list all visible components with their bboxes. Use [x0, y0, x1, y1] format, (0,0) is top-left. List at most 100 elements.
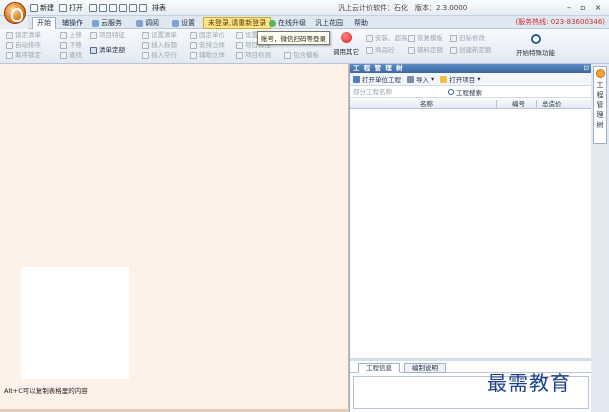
- login-notice[interactable]: 未登录,请重新登录: [203, 17, 272, 29]
- column-code[interactable]: 编号: [512, 99, 525, 109]
- tab-project-info[interactable]: 工程信息: [358, 363, 400, 373]
- tab-online-upgrade[interactable]: 在线升级: [265, 17, 310, 29]
- quick-open-label[interactable]: 打开: [69, 3, 83, 13]
- quick-table-label[interactable]: 排表: [152, 3, 166, 13]
- mark-icon: [236, 42, 243, 49]
- list-icon: [142, 32, 149, 39]
- cloud-icon: [92, 19, 99, 27]
- tab-upgrade-label: 在线升级: [278, 18, 306, 27]
- column-name[interactable]: 名称: [420, 99, 433, 109]
- import-button[interactable]: 导入 ▾: [407, 74, 434, 84]
- fixed-price-button[interactable]: 固定单价: [190, 31, 225, 40]
- concrete-icon: [366, 47, 373, 54]
- arrange-3d-button[interactable]: 安排立体: [190, 41, 225, 50]
- aux-3d-button[interactable]: 辅助立体: [190, 51, 225, 60]
- save-icon[interactable]: [89, 4, 97, 12]
- find-button[interactable]: 查找: [60, 51, 82, 60]
- new-file-icon[interactable]: [30, 4, 38, 12]
- insert-row-icon: [142, 52, 149, 59]
- app-title: 汎上云计价软件：石化 版本：2.3.0000: [338, 4, 468, 12]
- special-functions-button[interactable]: 开始特殊功能: [516, 34, 555, 57]
- create-quota-button[interactable]: 创建新定额: [450, 46, 492, 55]
- undo-icon[interactable]: [129, 4, 137, 12]
- insert-title-icon: [142, 42, 149, 49]
- insert-title-label: 插入标题: [151, 41, 177, 49]
- tab-settings[interactable]: 设置: [168, 17, 199, 29]
- tab-aux-ops[interactable]: 辅操作: [58, 17, 87, 29]
- tab-browse[interactable]: 调阅: [132, 17, 163, 29]
- project-tree-panel: 工 程 管 理 树 ⊡ 打开单位工程 导入 ▾ 打开项目 ▾ 部分工程名称 工程…: [349, 64, 592, 412]
- panel-header: 工 程 管 理 树 ⊡: [350, 64, 592, 73]
- steel-quota-button[interactable]: 钢料定额: [408, 46, 443, 55]
- feature-icon: [90, 32, 97, 39]
- open-project-label: 打开项目: [449, 76, 476, 84]
- move-up-button[interactable]: 上移: [60, 31, 82, 40]
- tab-compile-notes[interactable]: 编制说明: [404, 363, 446, 373]
- sequence-lock-button[interactable]: 筹序锁定: [6, 51, 41, 60]
- tree-icon: [595, 69, 605, 78]
- project-search-button[interactable]: 工程搜索: [448, 87, 482, 97]
- insert-blank-row-label: 插入空行: [151, 51, 177, 59]
- install-height-button[interactable]: 安装、超高: [366, 34, 408, 43]
- column-divider[interactable]: [496, 100, 497, 108]
- insert-blank-row-button[interactable]: 插入空行: [142, 51, 177, 60]
- pin-icon[interactable]: ⊡: [584, 64, 589, 73]
- include-template-label: 包含模板: [293, 51, 319, 59]
- aux-icon: [190, 52, 197, 59]
- special-functions-label: 开始特殊功能: [516, 49, 555, 57]
- project-check-label: 项目检测: [245, 51, 271, 59]
- close-button[interactable]: ×: [592, 2, 604, 13]
- tab-cloud-service[interactable]: 云服务: [88, 17, 126, 29]
- preview-icon[interactable]: [109, 4, 117, 12]
- move-down-button[interactable]: 下移: [60, 41, 82, 50]
- install-icon: [366, 35, 373, 42]
- template-icon: [284, 52, 291, 59]
- arrow-down-icon: [60, 42, 67, 49]
- side-tab-project-tree[interactable]: 工程管理树: [593, 66, 607, 144]
- title-bar: 新建 打开 排表 汎上云计价软件：石化 版本：2.3.0000 – ▫ ×: [0, 0, 609, 16]
- print-icon[interactable]: [99, 4, 107, 12]
- project-check-button[interactable]: 项目检测: [236, 51, 271, 60]
- arrange-icon: [190, 42, 197, 49]
- open-folder-icon[interactable]: [59, 4, 67, 12]
- commercial-concrete-button[interactable]: 商品砼: [366, 46, 395, 55]
- open-project-button[interactable]: 打开项目 ▾: [440, 74, 481, 84]
- search-input[interactable]: 部分工程名称: [353, 88, 448, 97]
- tab-help[interactable]: 帮助: [350, 17, 372, 29]
- include-template-button[interactable]: 包含模板: [284, 51, 319, 60]
- tab-garden[interactable]: 汎上花园: [311, 17, 347, 29]
- panel-splitter[interactable]: [350, 358, 592, 361]
- tab-start[interactable]: 开始: [32, 17, 56, 29]
- set-list-button[interactable]: 设置清单: [142, 31, 177, 40]
- list-quota-button[interactable]: 清单定额: [90, 46, 125, 55]
- minimize-button[interactable]: –: [563, 2, 575, 13]
- sequence-icon: [6, 52, 13, 59]
- search-button-label: 工程搜索: [456, 89, 482, 97]
- status-hint: Alt+C可以复制表格里的内容: [4, 387, 88, 395]
- chevron-down-icon: ▾: [431, 75, 435, 83]
- call-other-button[interactable]: 调用其它: [333, 32, 359, 56]
- quick-new-label[interactable]: 新建: [40, 3, 54, 13]
- old-bid-edit-button[interactable]: 旧标修改: [450, 34, 485, 43]
- main-workspace[interactable]: Alt+C可以复制表格里的内容: [0, 64, 349, 412]
- project-feature-button[interactable]: 项目特征: [90, 31, 125, 40]
- maximize-button[interactable]: ▫: [577, 2, 589, 13]
- auto-sort-button[interactable]: 自动排序: [6, 41, 41, 50]
- power-icon: [530, 34, 541, 44]
- setup-button[interactable]: 设置: [236, 31, 258, 40]
- column-divider[interactable]: [536, 100, 537, 108]
- column-total-cost[interactable]: 总造价: [542, 99, 562, 109]
- create-quota-label: 创建新定额: [459, 46, 492, 54]
- restore-template-button[interactable]: 恢复模板: [408, 34, 443, 43]
- insert-title-button[interactable]: 插入标题: [142, 41, 177, 50]
- setup-icon: [236, 32, 243, 39]
- app-logo-icon[interactable]: [4, 2, 26, 24]
- create-icon: [450, 47, 457, 54]
- open-unit-project-button[interactable]: 打开单位工程: [353, 74, 401, 84]
- redo-icon[interactable]: [139, 4, 147, 12]
- find-label: 查找: [69, 51, 82, 59]
- steel-quota-label: 钢料定额: [417, 46, 443, 54]
- lock-list-button[interactable]: 锁定清单: [6, 31, 41, 40]
- copy-icon[interactable]: [119, 4, 127, 12]
- aux-3d-label: 辅助立体: [199, 51, 225, 59]
